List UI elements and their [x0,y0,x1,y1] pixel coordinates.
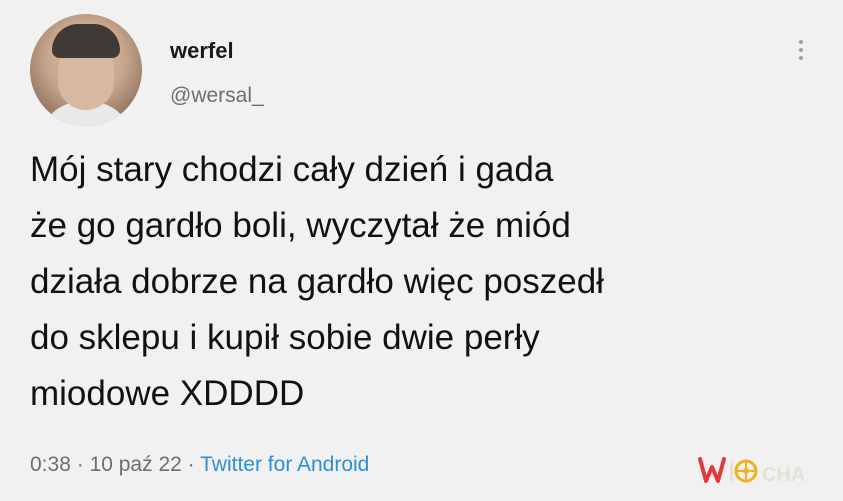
tweet-text-line: że go gardło boli, wyczytał że miód [30,206,571,245]
tweet-meta: 0:38 · 10 paź 22 · Twitter for Android [30,453,369,477]
tweet-text-line: działa dobrze na gardło więc poszedł [30,262,604,301]
tweet-card: werfel @wersal_ Mój stary chodzi cały dz… [0,0,843,501]
avatar-hair [52,24,120,58]
more-vertical-icon[interactable] [793,34,809,68]
tweet-date[interactable]: 10 paź 22 [90,453,182,476]
tweet-text-line: Mój stary chodzi cały dzień i gada [30,150,554,189]
user-handle[interactable]: @wersal_ [170,84,264,108]
tweet-text-line: miodowe XDDDD [30,374,305,413]
tweet-time[interactable]: 0:38 [30,453,71,476]
tweet-source-link[interactable]: Twitter for Android [200,453,369,476]
tweet-text: Mój stary chodzi cały dzień i gada że go… [30,142,820,422]
display-name[interactable]: werfel [170,38,234,64]
avatar[interactable] [30,14,142,126]
separator-dot: · [187,453,195,476]
separator-dot: · [76,453,84,476]
wiocha-watermark-logo: CHA [698,457,805,486]
svg-text:CHA: CHA [762,464,805,486]
tweet-text-line: do sklepu i kupił sobie dwie perły [30,318,540,357]
